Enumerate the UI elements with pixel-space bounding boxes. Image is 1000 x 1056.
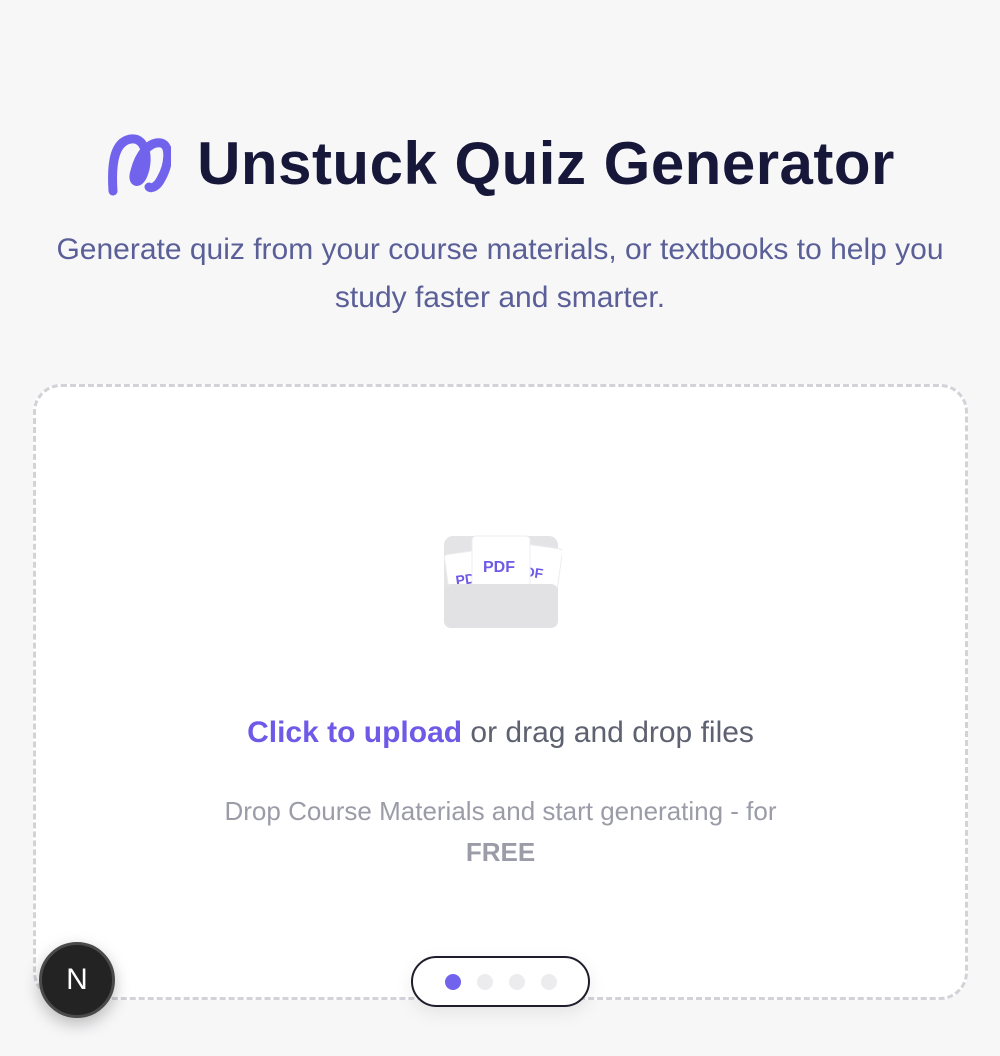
unstuck-logo-icon [108,134,172,196]
page-subtitle: Generate quiz from your course materials… [56,233,944,314]
page-title: Unstuck Quiz Generator [197,130,895,197]
pager-dot-1[interactable] [444,973,461,990]
carousel-pager [411,956,590,1007]
click-to-upload-link[interactable]: Click to upload [247,716,462,749]
hint-text: Drop Course Materials and start generati… [224,796,777,826]
upload-hint: Drop Course Materials and start generati… [36,791,965,873]
upload-instruction: Click to upload or drag and drop files [36,713,965,753]
page: Unstuck Quiz Generator Generate quiz fro… [0,0,1000,1056]
hint-free-label: FREE [465,837,536,867]
pdf-files-icon: PDF PDF PDF [443,535,562,628]
pager-dot-3[interactable] [508,973,525,990]
badge-letter: N [66,963,88,996]
file-dropzone[interactable]: PDF PDF PDF Click to upload or drag and … [33,384,968,1000]
pager-dot-4[interactable] [540,973,557,990]
pdf-label-center: PDF [483,559,515,576]
drag-drop-text: or drag and drop files [462,716,754,749]
header: Unstuck Quiz Generator [0,128,1000,200]
pager-dot-2[interactable] [476,973,493,990]
nextjs-dev-badge[interactable]: N [39,942,115,1018]
